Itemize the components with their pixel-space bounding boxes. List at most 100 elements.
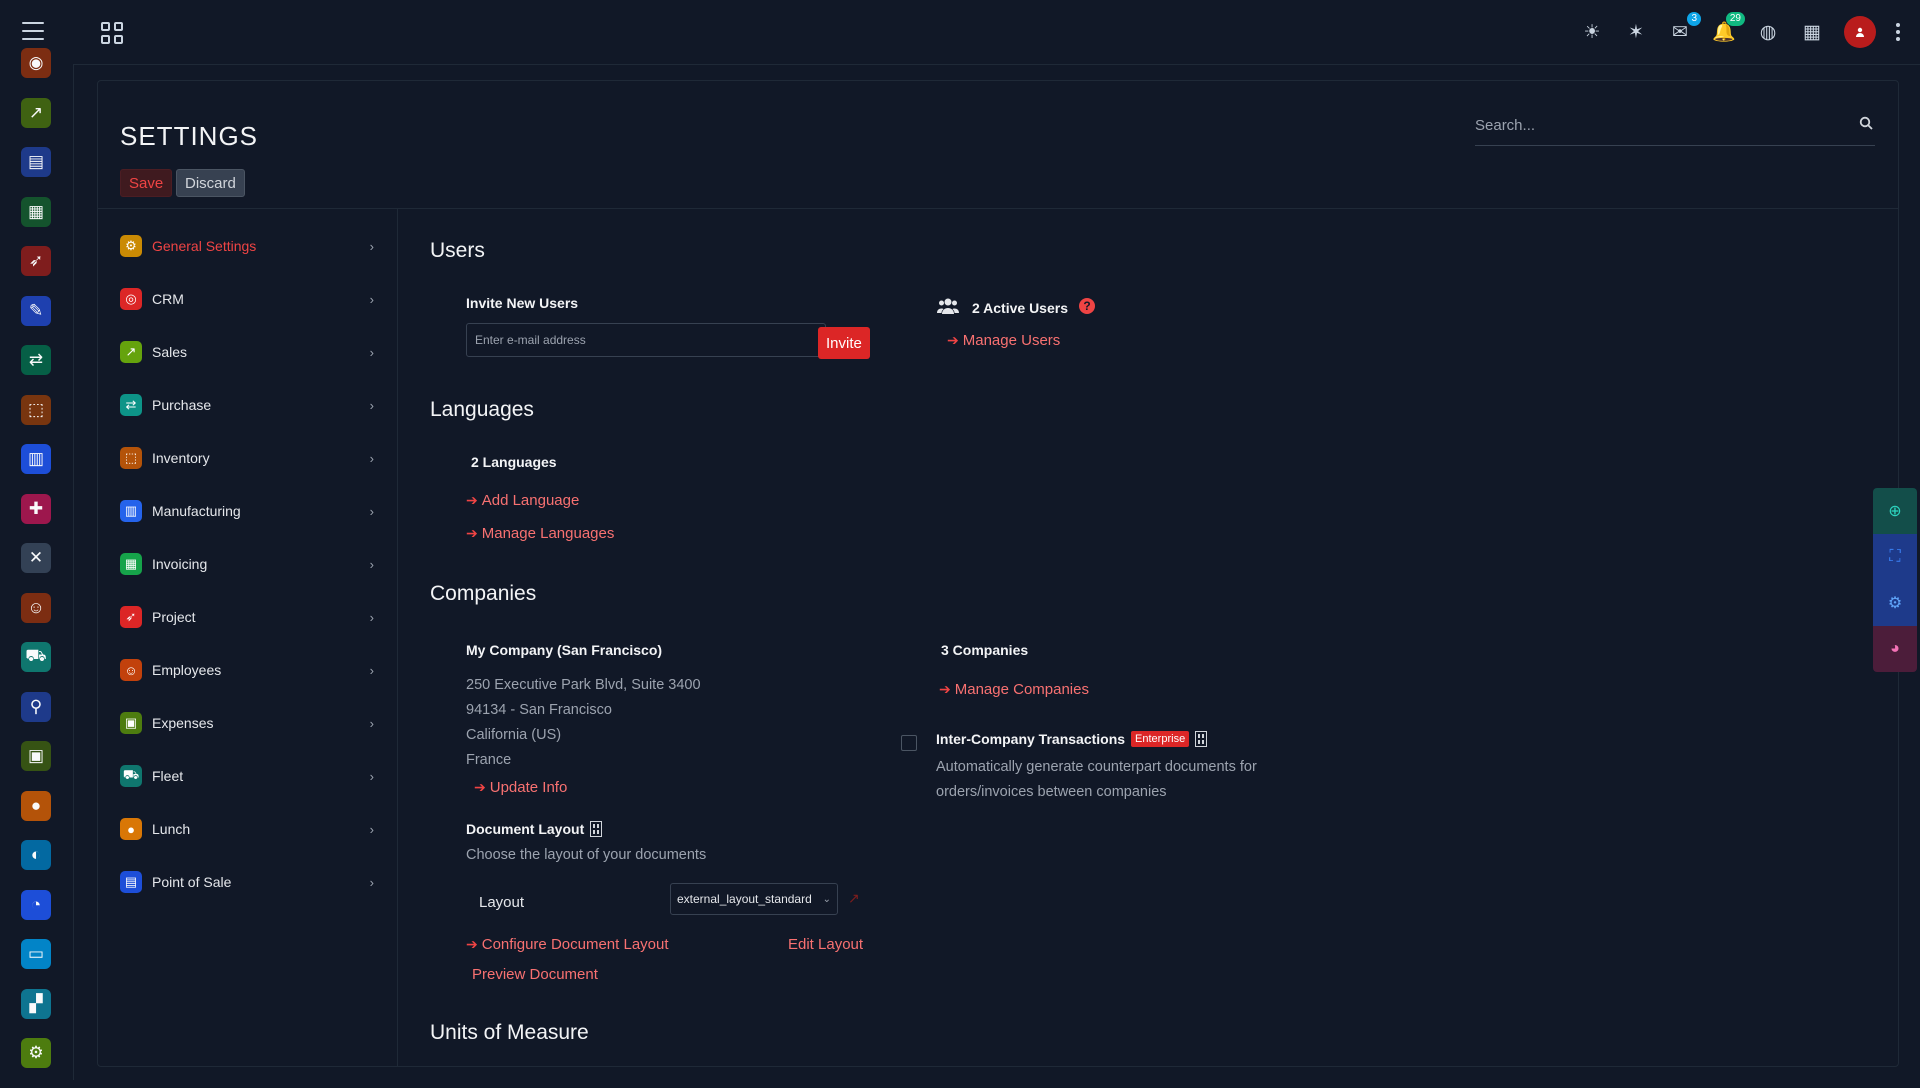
discuss-app-icon[interactable]: ◐	[21, 840, 51, 870]
chevron-down-icon: ⌄	[822, 893, 831, 905]
layout-select[interactable]: external_layout_standard ⌄	[670, 883, 838, 915]
invite-users-title: Invite New Users	[466, 295, 579, 311]
chevron-right-icon: ›	[369, 238, 374, 254]
manufacturing-icon: ▥	[120, 500, 142, 522]
sidebar-item-inventory[interactable]: ⬚ Inventory ›	[120, 441, 380, 475]
hamburger-icon[interactable]	[22, 22, 44, 40]
tools-app-icon[interactable]: ✕	[21, 543, 51, 573]
add-language-link[interactable]: ➔ Add Language	[466, 492, 579, 509]
floating-toolbar: ⊕ ⛶ ⚙ ◕	[1873, 488, 1917, 672]
invoicing-app-icon[interactable]: ▦	[21, 196, 51, 227]
employees-app-icon[interactable]: ☺	[21, 592, 51, 623]
zoom-in-icon[interactable]: ⊕	[1873, 488, 1917, 534]
preview-document-link[interactable]: Preview Document	[472, 966, 598, 983]
arrow-right-icon: ➔	[947, 332, 959, 348]
sidebar-item-lunch[interactable]: ● Lunch ›	[120, 812, 380, 846]
manage-users-link[interactable]: ➔ Manage Users	[947, 332, 1060, 349]
crm-app-icon[interactable]: ◉	[21, 48, 51, 78]
apps-app-icon[interactable]: ▞	[21, 988, 51, 1019]
debug-icon[interactable]: ✶	[1624, 20, 1648, 44]
crm-icon: ◎	[120, 288, 142, 310]
description-line: Automatically generate counterpart docum…	[936, 759, 1257, 775]
sidebar-item-label: General Settings	[152, 238, 257, 254]
settings-app-icon[interactable]: ⚙	[21, 1038, 51, 1068]
count-badge: 29	[1725, 12, 1745, 26]
layout-select-value: external_layout_standard	[677, 892, 812, 906]
discard-button[interactable]: Discard	[176, 169, 245, 197]
notifications-icon[interactable]: 🔔 29	[1712, 12, 1745, 44]
theme-toggle-icon[interactable]: ☀	[1580, 20, 1604, 44]
purchase-app-icon[interactable]: ⇄	[21, 345, 51, 375]
sidebar-item-manufacturing[interactable]: ▥ Manufacturing ›	[120, 494, 380, 528]
search-icon[interactable]	[1859, 116, 1873, 130]
website-app-icon[interactable]: ▭	[21, 939, 51, 969]
project-icon: ➶	[120, 606, 142, 628]
configure-layout-label: Configure Document Layout	[481, 936, 669, 953]
manufacturing-app-icon[interactable]: ▥	[21, 444, 51, 474]
messages-icon-glyph: ✉	[1672, 21, 1688, 43]
invite-email-input[interactable]	[466, 323, 826, 357]
help-icon[interactable]: ?	[1079, 298, 1095, 314]
messages-icon[interactable]: ✉ 3	[1668, 12, 1701, 44]
chevron-right-icon: ›	[369, 291, 374, 307]
language-icon[interactable]: ◍	[1756, 20, 1780, 44]
chevron-right-icon: ›	[369, 344, 374, 360]
arrow-right-icon: ➔	[466, 492, 478, 508]
fullscreen-icon[interactable]: ⛶	[1873, 534, 1917, 580]
manage-languages-link[interactable]: ➔ Manage Languages	[466, 525, 614, 542]
documents-app-icon[interactable]: ✎	[21, 295, 51, 326]
manage-companies-link[interactable]: ➔ Manage Companies	[939, 681, 1089, 698]
sidebar-item-employees[interactable]: ☺ Employees ›	[120, 653, 380, 687]
arrow-right-icon: ➔	[466, 525, 478, 541]
company-switch-icon[interactable]: ▦	[1800, 20, 1824, 44]
external-link-icon[interactable]: ↗	[848, 890, 860, 907]
settings-content: Users Invite New Users Invite 2 Active U…	[398, 209, 1898, 1066]
sidebar-item-purchase[interactable]: ⇄ Purchase ›	[120, 388, 380, 422]
lunch-icon: ●	[120, 818, 142, 840]
sidebar-item-crm[interactable]: ◎ CRM ›	[120, 282, 380, 316]
sidebar-item-fleet[interactable]: ⛟ Fleet ›	[120, 759, 380, 793]
settings-sidebar: ⚙ General Settings › ◎ CRM › ↗ Sales › ⇄ Purchase ›…	[98, 209, 398, 1066]
user-avatar[interactable]	[1844, 16, 1876, 48]
update-info-link[interactable]: ➔ Update Info	[474, 779, 567, 796]
sidebar-item-project[interactable]: ➶ Project ›	[120, 600, 380, 634]
apps-grid-icon[interactable]	[101, 22, 123, 44]
save-button[interactable]: Save	[120, 169, 173, 197]
chevron-right-icon: ›	[369, 874, 374, 890]
purchase-icon: ⇄	[120, 394, 142, 416]
invite-button[interactable]: Invite	[818, 327, 870, 359]
inventory-app-icon[interactable]: ⬚	[21, 394, 51, 425]
repair-app-icon[interactable]: ✚	[21, 493, 51, 524]
doc-layout-description: Choose the layout of your documents	[466, 847, 707, 863]
attendance-app-icon[interactable]: ⚲	[21, 691, 51, 722]
sidebar-item-general-settings[interactable]: ⚙ General Settings ›	[120, 229, 380, 263]
fleet-app-icon[interactable]: ⛟	[21, 642, 51, 672]
sales-app-icon[interactable]: ↗	[21, 97, 51, 128]
sidebar-item-label: Invoicing	[152, 556, 208, 572]
search-input[interactable]	[1475, 105, 1835, 145]
sidebar-item-invoicing[interactable]: ▦ Invoicing ›	[120, 547, 380, 581]
lunch-app-icon[interactable]: ●	[21, 790, 51, 821]
user-icon	[1856, 27, 1864, 37]
project-app-icon[interactable]: ➶	[21, 246, 51, 276]
edit-layout-link[interactable]: Edit Layout	[788, 936, 863, 953]
sidebar-item-label: Manufacturing	[152, 503, 241, 519]
more-options-icon[interactable]	[1896, 23, 1900, 41]
arrow-right-icon: ➔	[939, 681, 951, 697]
inter-company-checkbox[interactable]	[901, 735, 917, 751]
address-line: France	[466, 752, 512, 768]
dashboards-app-icon[interactable]: ◔	[21, 889, 51, 920]
configure-layout-link[interactable]: ➔ Configure Document Layout	[466, 936, 669, 953]
inter-company-description: Automatically generate counterpart docum…	[936, 755, 1257, 805]
doc-layout-title-row: Document Layout	[466, 821, 603, 837]
expenses-app-icon[interactable]: ▣	[21, 741, 51, 771]
sidebar-item-point-of-sale[interactable]: ▤ Point of Sale ›	[120, 865, 380, 899]
multi-company-icon	[590, 821, 603, 837]
sidebar-item-label: Purchase	[152, 397, 212, 413]
arrow-right-icon: ➔	[474, 779, 486, 795]
point-of-sale-app-icon[interactable]: ▤	[21, 147, 51, 177]
sidebar-item-sales[interactable]: ↗ Sales ›	[120, 335, 380, 369]
sidebar-item-expenses[interactable]: ▣ Expenses ›	[120, 706, 380, 740]
palette-icon[interactable]: ◕	[1873, 626, 1917, 672]
settings-gear-icon[interactable]: ⚙	[1873, 580, 1917, 626]
